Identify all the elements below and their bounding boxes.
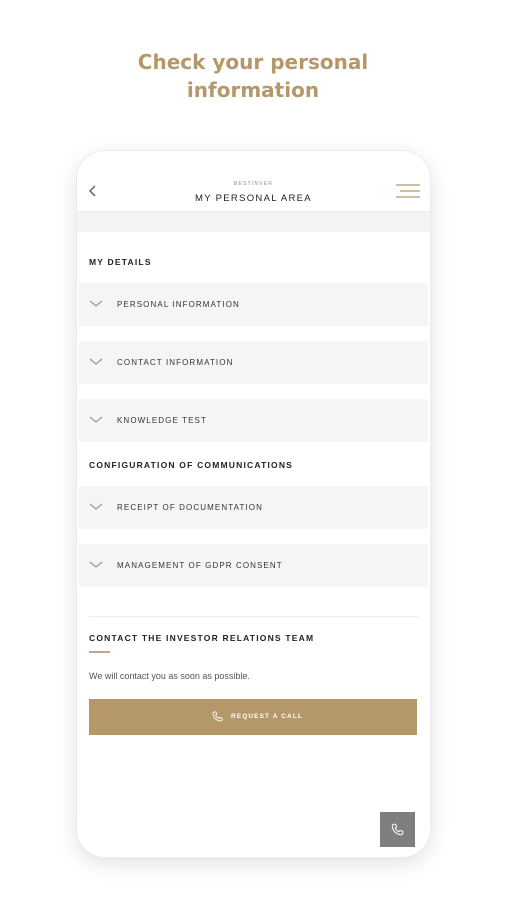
chevron-down-icon (89, 561, 103, 568)
chevron-down-icon (89, 300, 103, 307)
section-title-communications: CONFIGURATION OF COMMUNICATIONS (89, 460, 294, 470)
accordion-gdpr-consent[interactable]: MANAGEMENT OF GDPR CONSENT (79, 544, 428, 587)
headline-line-1: Check your personal (137, 50, 369, 74)
section-divider (89, 616, 419, 617)
page-title: MY PERSONAL AREA (195, 193, 312, 204)
section-title-my-details: MY DETAILS (89, 257, 152, 267)
contact-description: We will contact you as soon as possible. (89, 671, 250, 681)
title-underline (89, 651, 110, 653)
accordion-knowledge-test[interactable]: KNOWLEDGE TEST (79, 399, 428, 442)
accordion-receipt-of-documentation[interactable]: RECEIPT OF DOCUMENTATION (79, 486, 428, 529)
header-spacer (77, 212, 430, 232)
request-call-button[interactable]: REQUEST A CALL (89, 699, 417, 735)
accordion-label: PERSONAL INFORMATION (117, 300, 240, 309)
headline: Check your personal information (0, 48, 506, 104)
accordion-personal-information[interactable]: PERSONAL INFORMATION (79, 283, 428, 326)
accordion-contact-information[interactable]: CONTACT INFORMATION (79, 341, 428, 384)
chevron-down-icon (89, 358, 103, 365)
call-fab-button[interactable] (380, 812, 415, 847)
accordion-label: RECEIPT OF DOCUMENTATION (117, 503, 263, 512)
headline-line-2: information (186, 78, 320, 102)
brand-label: BESTINVER (233, 181, 274, 187)
top-bar: BESTINVER MY PERSONAL AREA (77, 151, 430, 212)
phone-frame: BESTINVER MY PERSONAL AREA MY DETAILS PE… (77, 151, 430, 857)
accordion-label: CONTACT INFORMATION (117, 358, 234, 367)
accordion-label: KNOWLEDGE TEST (117, 416, 207, 425)
chevron-down-icon (89, 503, 103, 510)
chevron-down-icon (89, 416, 103, 423)
accordion-label: MANAGEMENT OF GDPR CONSENT (117, 561, 283, 570)
phone-icon (212, 711, 223, 722)
request-call-label: REQUEST A CALL (231, 713, 303, 720)
phone-icon (391, 823, 404, 836)
hamburger-menu-icon[interactable] (396, 182, 420, 200)
section-title-contact: CONTACT THE INVESTOR RELATIONS TEAM (89, 633, 315, 643)
